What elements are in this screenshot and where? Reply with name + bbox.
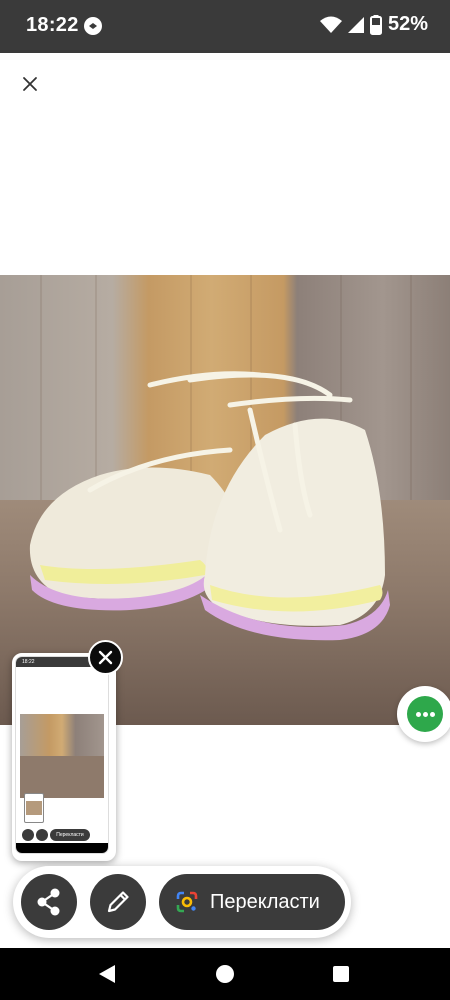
wifi-icon	[319, 16, 342, 33]
close-icon[interactable]	[18, 72, 42, 96]
thumbnail-nav	[16, 843, 108, 853]
translate-label: Перекласти	[210, 891, 320, 913]
app-notification-icon	[84, 17, 102, 35]
action-bar: Перекласти	[13, 866, 351, 938]
translate-button[interactable]: Перекласти	[159, 874, 345, 930]
edit-button[interactable]	[90, 874, 146, 930]
status-right-group: 52%	[319, 13, 428, 36]
thumbnail-preview: 18:22 Перекласти	[15, 656, 109, 854]
google-lens-icon	[175, 890, 199, 919]
more-options-button[interactable]	[397, 686, 450, 742]
thumbnail-small-preview	[24, 793, 44, 823]
thumbnail-photo	[20, 714, 104, 798]
navigation-bar	[0, 948, 450, 1000]
thumbnail-close-icon[interactable]	[88, 640, 123, 675]
status-bar: 18:22 52%	[0, 0, 450, 53]
thumbnail-translate-label: Перекласти	[50, 829, 90, 841]
home-icon[interactable]	[216, 965, 234, 983]
more-options-icon	[407, 696, 443, 732]
battery-percent: 52%	[387, 13, 428, 35]
signal-icon	[347, 16, 364, 33]
share-icon	[37, 888, 60, 916]
status-time: 18:22	[26, 14, 79, 36]
pencil-icon	[107, 891, 129, 913]
back-icon[interactable]	[98, 964, 116, 984]
thumbnail-actions: Перекласти	[22, 829, 102, 841]
recents-icon[interactable]	[333, 966, 349, 982]
screenshot-thumbnail[interactable]: 18:22 Перекласти	[12, 653, 116, 861]
battery-icon	[369, 14, 382, 35]
share-button[interactable]	[21, 874, 77, 930]
